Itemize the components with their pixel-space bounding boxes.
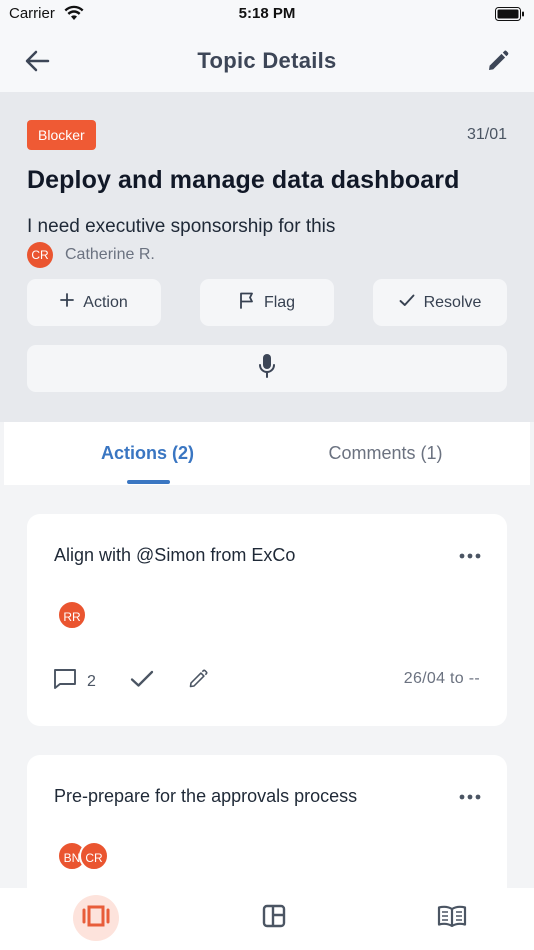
plus-icon xyxy=(60,293,83,312)
add-action-label: Action xyxy=(83,293,128,311)
check-icon xyxy=(399,294,424,312)
edit-action-pencil-icon[interactable] xyxy=(188,669,208,694)
action-title: Pre-prepare for the approvals process xyxy=(54,786,358,806)
flag-icon xyxy=(239,292,264,314)
flag-label: Flag xyxy=(263,293,296,311)
actions-list: Align with @Simon from ExCo RR 2 26/04 t… xyxy=(0,485,534,888)
author-name: Catherine R. xyxy=(65,246,155,263)
topic-title: Deploy and manage data dashboard xyxy=(27,166,460,194)
resolve-button[interactable]: Resolve xyxy=(373,279,507,326)
assignee-avatars: RR xyxy=(57,600,87,630)
assignee-avatar: CR xyxy=(79,841,109,871)
voice-note-button[interactable] xyxy=(27,345,507,392)
bottom-nav-library[interactable] xyxy=(429,895,475,941)
action-meta: 2 xyxy=(53,668,208,695)
complete-check-icon[interactable] xyxy=(130,670,154,693)
tab-comments[interactable]: Comments (1) xyxy=(254,422,517,485)
assignee-avatar: RR xyxy=(57,600,87,630)
board-icon xyxy=(262,904,286,933)
more-options-icon[interactable] xyxy=(459,787,481,805)
battery-icon xyxy=(495,7,525,26)
status-badge: Blocker xyxy=(27,120,96,150)
add-action-button[interactable]: Action xyxy=(27,279,161,326)
action-date-range: 26/04 to -- xyxy=(403,670,480,687)
navigation-bar: Topic Details xyxy=(0,30,534,92)
status-bar: Carrier 5:18 PM xyxy=(0,0,534,30)
comment-count: 2 xyxy=(87,672,96,690)
action-card[interactable]: Pre-prepare for the approvals process BN… xyxy=(27,755,507,888)
more-options-icon[interactable] xyxy=(459,546,481,564)
active-tab-indicator xyxy=(127,480,170,484)
bottom-nav-topics[interactable] xyxy=(73,895,119,941)
action-title: Align with @Simon from ExCo xyxy=(54,545,296,565)
tab-bar: Actions (2) Comments (1) xyxy=(4,422,530,485)
carousel-icon xyxy=(81,905,111,932)
resolve-label: Resolve xyxy=(423,293,482,311)
author-avatar: CR xyxy=(27,242,53,268)
bottom-navigation xyxy=(0,888,534,950)
flag-button[interactable]: Flag xyxy=(200,279,334,326)
page-title: Topic Details xyxy=(197,48,337,73)
book-icon xyxy=(437,905,467,932)
action-card[interactable]: Align with @Simon from ExCo RR 2 26/04 t… xyxy=(27,514,507,726)
topic-author: CR Catherine R. xyxy=(27,242,155,268)
assignee-avatars: BN CR xyxy=(57,841,109,871)
topic-date: 31/01 xyxy=(466,126,507,143)
tab-actions[interactable]: Actions (2) xyxy=(16,422,279,485)
comment-icon[interactable] xyxy=(53,668,77,695)
bottom-nav-board[interactable] xyxy=(251,895,297,941)
edit-pencil-icon[interactable] xyxy=(486,49,510,78)
clock: 5:18 PM xyxy=(238,5,296,22)
topic-header: Blocker 31/01 Deploy and manage data das… xyxy=(0,92,534,422)
microphone-icon xyxy=(258,353,276,384)
topic-description: I need executive sponsorship for this xyxy=(27,216,336,237)
